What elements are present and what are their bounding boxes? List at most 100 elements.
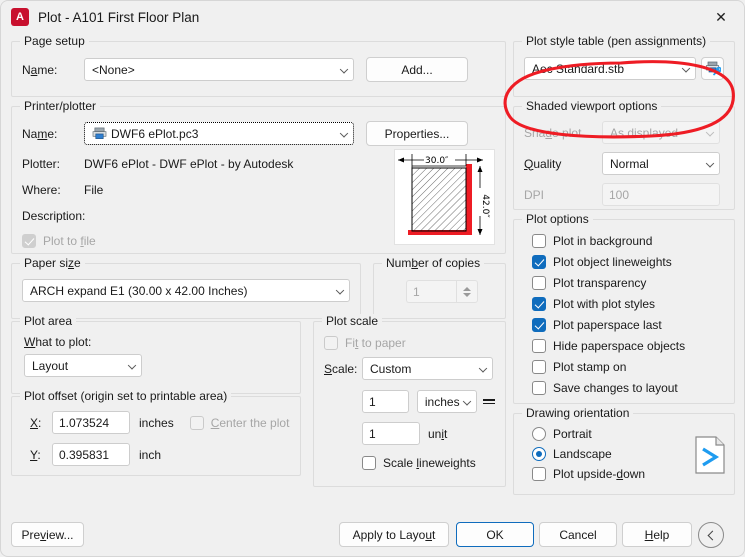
dpi-value: 100 bbox=[609, 187, 630, 202]
plot-option-label: Plot in background bbox=[553, 234, 653, 248]
dpi-input[interactable]: 100 bbox=[602, 183, 720, 206]
stepper-up-icon[interactable] bbox=[463, 286, 471, 291]
cancel-button[interactable]: Cancel bbox=[539, 522, 617, 547]
unit-label: unit bbox=[428, 426, 448, 441]
plot-option-label: Hide paperspace objects bbox=[553, 339, 686, 353]
offset-x-label: X: bbox=[30, 415, 42, 430]
landscape-page-icon bbox=[695, 436, 725, 474]
checkbox-box bbox=[532, 318, 546, 332]
paper-size-combo[interactable]: ARCH expand E1 (30.00 x 42.00 Inches) bbox=[22, 279, 350, 302]
copies-input[interactable]: 1 bbox=[406, 280, 456, 303]
properties-button[interactable]: Properties... bbox=[366, 121, 468, 146]
apply-to-layout-button[interactable]: Apply to Layout bbox=[339, 522, 449, 547]
what-to-plot-combo[interactable]: Layout bbox=[24, 354, 142, 377]
scale-value: Custom bbox=[370, 361, 412, 376]
offset-y-value: 0.395831 bbox=[59, 447, 110, 462]
plot-area-group: Plot area What to plot: Layout bbox=[11, 314, 301, 394]
cancel-button-label: Cancel bbox=[559, 527, 597, 542]
plot-scale-group: Plot scale Fit to paper Scale: Custom 1 … bbox=[313, 314, 506, 487]
ok-button[interactable]: OK bbox=[456, 522, 534, 547]
quality-value: Normal bbox=[610, 156, 649, 171]
scale-lineweights-checkbox[interactable]: Scale lineweights bbox=[362, 456, 495, 470]
chevron-down-icon bbox=[705, 158, 715, 168]
paper-size-value: ARCH expand E1 (30.00 x 42.00 Inches) bbox=[30, 283, 248, 298]
preview-button-label: Preview... bbox=[21, 527, 74, 542]
printer-icon bbox=[92, 127, 107, 139]
plotter-name-label: Name: bbox=[22, 126, 58, 141]
plot-offset-group: Plot offset (origin set to printable are… bbox=[11, 389, 301, 476]
apply-to-layout-label: Apply to Layout bbox=[352, 527, 436, 542]
description-label: Description: bbox=[22, 209, 86, 223]
properties-button-label: Properties... bbox=[384, 126, 450, 141]
svg-text:30.0″: 30.0″ bbox=[425, 156, 449, 166]
left-column: Page setup Name: <None> Add... Printer/p… bbox=[11, 34, 506, 487]
checkbox-box bbox=[532, 255, 546, 269]
page-setup-legend: Page setup bbox=[20, 34, 89, 48]
plotter-name-combo[interactable]: DWF6 ePlot.pc3 bbox=[84, 122, 354, 145]
preview-button[interactable]: Preview... bbox=[11, 522, 84, 547]
radio-dot bbox=[532, 427, 546, 441]
landscape-label: Landscape bbox=[553, 447, 612, 461]
checkbox-box bbox=[532, 276, 546, 290]
hamburger-icon[interactable] bbox=[483, 398, 495, 405]
page-setup-name-combo[interactable]: <None> bbox=[84, 58, 354, 81]
plot-option-checkbox[interactable]: Plot stamp on bbox=[532, 360, 724, 374]
center-the-plot-checkbox[interactable]: Center the plot bbox=[189, 415, 289, 430]
chevron-left-circle-icon bbox=[707, 530, 718, 540]
fit-to-paper-label: Fit to paper bbox=[345, 336, 406, 350]
checkbox-box bbox=[324, 336, 338, 350]
checkbox-box bbox=[189, 415, 204, 430]
edit-plot-style-table-button[interactable] bbox=[701, 57, 724, 80]
chevron-down-icon bbox=[478, 363, 488, 373]
plot-option-checkbox[interactable]: Plot paperspace last bbox=[532, 318, 724, 332]
quality-combo[interactable]: Normal bbox=[602, 152, 720, 175]
drawing-orientation-group: Drawing orientation Portrait Landscape P… bbox=[513, 406, 735, 495]
plot-option-label: Save changes to layout bbox=[553, 381, 678, 395]
fit-to-paper-checkbox[interactable]: Fit to paper bbox=[324, 336, 495, 350]
plotter-label: Plotter: bbox=[22, 157, 61, 171]
plot-option-checkbox[interactable]: Plot transparency bbox=[532, 276, 724, 290]
chevron-down-icon bbox=[681, 63, 691, 73]
plot-style-table-combo[interactable]: Aec Standard.stb bbox=[524, 57, 696, 80]
plot-upside-down-label: Plot upside-down bbox=[553, 467, 646, 481]
offset-y-input[interactable]: 0.395831 bbox=[52, 443, 130, 466]
scale-numerator-value: 1 bbox=[369, 394, 376, 409]
scale-units-combo[interactable]: inches bbox=[416, 390, 477, 413]
copies-value: 1 bbox=[413, 284, 420, 299]
title-bar: A Plot - A101 First Floor Plan ✕ bbox=[1, 1, 744, 33]
page-setup-name-label: Name: bbox=[22, 62, 58, 77]
add-button[interactable]: Add... bbox=[366, 57, 468, 82]
checkbox-box bbox=[532, 297, 546, 311]
expand-collapse-button[interactable] bbox=[698, 522, 724, 548]
printer-plotter-legend: Printer/plotter bbox=[20, 99, 101, 113]
checkbox-box bbox=[362, 456, 376, 470]
offset-x-units: inches bbox=[139, 415, 174, 430]
shaded-viewport-group: Shaded viewport options Shade plot As di… bbox=[513, 99, 735, 210]
shade-plot-combo[interactable]: As displayed bbox=[602, 121, 720, 144]
plot-area-legend: Plot area bbox=[20, 314, 77, 328]
plot-option-label: Plot with plot styles bbox=[553, 297, 656, 311]
offset-x-input[interactable]: 1.073524 bbox=[52, 411, 130, 434]
scale-label: Scale: bbox=[324, 361, 358, 376]
plot-option-checkbox[interactable]: Plot object lineweights bbox=[532, 255, 724, 269]
plot-option-checkbox[interactable]: Plot with plot styles bbox=[532, 297, 724, 311]
stepper-down-icon[interactable] bbox=[463, 292, 471, 297]
plot-scale-legend: Plot scale bbox=[322, 314, 383, 328]
plot-option-checkbox[interactable]: Hide paperspace objects bbox=[532, 339, 724, 353]
plot-offset-legend: Plot offset (origin set to printable are… bbox=[20, 389, 232, 403]
paper-preview-drawing: 30.0″ 42.0″ bbox=[398, 154, 490, 235]
plot-option-checkbox[interactable]: Plot in background bbox=[532, 234, 724, 248]
chevron-down-icon bbox=[339, 128, 349, 138]
scale-combo[interactable]: Custom bbox=[362, 357, 493, 380]
add-button-label: Add... bbox=[401, 62, 433, 77]
right-column: Plot style table (pen assignments) Aec S… bbox=[513, 34, 735, 504]
scale-denominator-input[interactable]: 1 bbox=[362, 422, 420, 445]
plot-option-checkbox[interactable]: Save changes to layout bbox=[532, 381, 724, 395]
footer-bar: Preview... Apply to Layout OK Cancel Hel… bbox=[1, 514, 745, 557]
copies-stepper[interactable] bbox=[456, 280, 478, 303]
paper-preview: 30.0″ 42.0″ bbox=[394, 149, 495, 245]
plot-options-list: Plot in background Plot object lineweight… bbox=[532, 234, 724, 395]
help-button[interactable]: Help bbox=[622, 522, 692, 547]
scale-numerator-input[interactable]: 1 bbox=[362, 390, 409, 413]
close-icon[interactable]: ✕ bbox=[698, 1, 744, 33]
